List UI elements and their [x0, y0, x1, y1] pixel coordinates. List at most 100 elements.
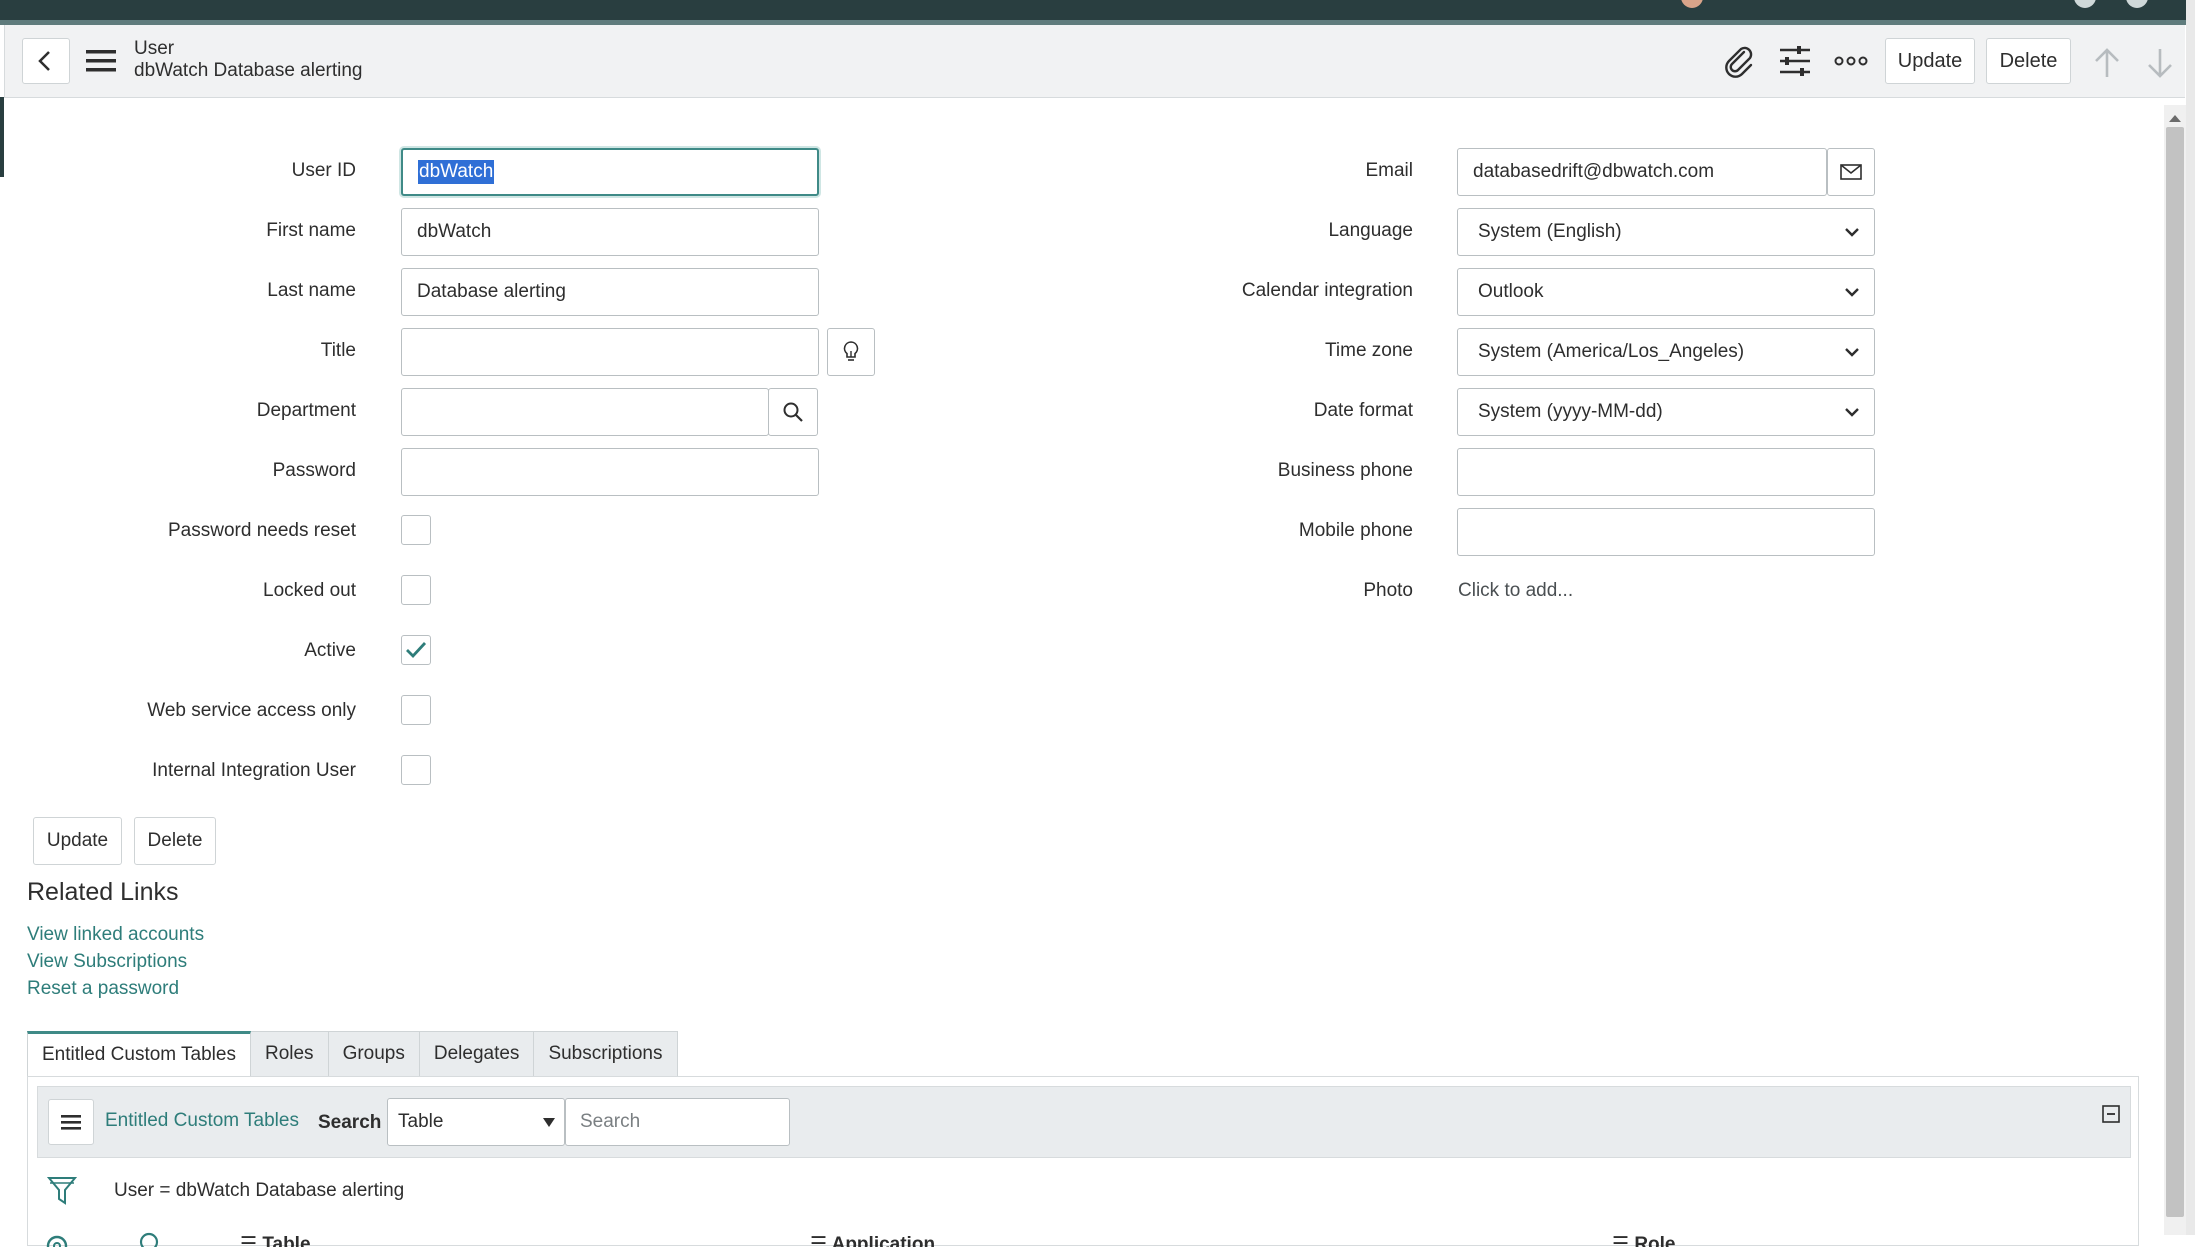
gear-icon[interactable]	[42, 1231, 72, 1247]
search-icon	[783, 402, 803, 422]
column-header-application[interactable]: ☰ Application	[810, 1233, 935, 1247]
settings-icon[interactable]	[2126, 0, 2148, 8]
search-field-value: Table	[398, 1111, 444, 1132]
form-delete-button[interactable]: Delete	[134, 817, 216, 865]
locked-out-checkbox[interactable]	[401, 575, 431, 605]
tab-delegates[interactable]: Delegates	[419, 1031, 535, 1077]
time-zone-label: Time zone	[1325, 340, 1413, 361]
hamburger-menu-icon	[61, 1115, 81, 1130]
chevron-left-icon	[38, 51, 50, 71]
next-record-button[interactable]	[2140, 43, 2180, 83]
calendar-integration-select[interactable]: Outlook	[1457, 268, 1875, 316]
collapse-list-button[interactable]	[2102, 1105, 2120, 1123]
search-label: Search	[318, 1112, 382, 1133]
form-context-menu-button[interactable]	[84, 45, 118, 77]
reset-password-link[interactable]: Reset a password	[27, 978, 179, 1000]
first-name-input[interactable]: dbWatch	[401, 208, 819, 256]
tab-entitled-custom-tables[interactable]: Entitled Custom Tables	[27, 1031, 251, 1077]
more-options-button[interactable]	[1831, 41, 1871, 81]
help-icon[interactable]	[2074, 0, 2096, 8]
record-name: dbWatch Database alerting	[134, 60, 363, 81]
active-checkbox[interactable]	[401, 635, 431, 665]
password-input[interactable]	[401, 448, 819, 496]
left-rail	[0, 97, 4, 177]
last-name-input[interactable]: Database alerting	[401, 268, 819, 316]
paperclip-icon	[1725, 46, 1753, 78]
column-header-table[interactable]: ☰ Table	[240, 1233, 311, 1247]
page-scrollbar[interactable]	[2164, 105, 2186, 1235]
scrollbar-thumb[interactable]	[2166, 127, 2184, 1217]
header-update-button[interactable]: Update	[1885, 38, 1975, 84]
personalize-form-button[interactable]	[1775, 41, 1815, 81]
title-suggestion-button[interactable]	[827, 328, 875, 376]
date-format-value: System (yyyy-MM-dd)	[1478, 401, 1663, 422]
filter-icon-button[interactable]	[46, 1175, 78, 1207]
funnel-icon	[46, 1177, 78, 1205]
web-service-access-checkbox[interactable]	[401, 695, 431, 725]
business-phone-input[interactable]	[1457, 448, 1875, 496]
scroll-up-arrow-icon[interactable]	[2168, 113, 2182, 123]
search-icon[interactable]	[138, 1231, 164, 1247]
form-update-button[interactable]: Update	[33, 817, 122, 865]
photo-add-link[interactable]: Click to add...	[1458, 580, 1573, 602]
title-label: Title	[320, 340, 356, 361]
password-needs-reset-label: Password needs reset	[168, 520, 356, 541]
header-delete-button[interactable]: Delete	[1986, 38, 2071, 84]
password-label: Password	[272, 460, 356, 481]
first-name-label: First name	[266, 220, 356, 241]
lightbulb-icon	[843, 341, 859, 361]
calendar-integration-value: Outlook	[1478, 281, 1544, 302]
list-header: Entitled Custom Tables Search Table Sear…	[37, 1086, 2131, 1158]
entitled-custom-tables-list: Entitled Custom Tables Search Table Sear…	[27, 1076, 2139, 1247]
date-format-select[interactable]: System (yyyy-MM-dd)	[1457, 388, 1875, 436]
list-search-input[interactable]: Search	[565, 1098, 790, 1146]
user-id-input[interactable]: dbWatch	[401, 148, 819, 196]
checkmark-icon	[406, 642, 427, 659]
column-header-role[interactable]: ☰ Role	[1612, 1233, 1676, 1247]
top-nav-bar	[0, 0, 2195, 22]
more-horizontal-icon	[1834, 56, 1868, 66]
language-select[interactable]: System (English)	[1457, 208, 1875, 256]
tab-roles[interactable]: Roles	[250, 1031, 329, 1077]
last-name-label: Last name	[267, 280, 356, 301]
window-edge	[2186, 0, 2195, 1235]
previous-record-button[interactable]	[2087, 43, 2127, 83]
related-list-tabs: Entitled Custom Tables Roles Groups Dele…	[27, 1031, 678, 1077]
attachment-button[interactable]	[1719, 41, 1759, 81]
title-input[interactable]	[401, 328, 819, 376]
related-links-title: Related Links	[27, 878, 179, 906]
back-button[interactable]	[22, 38, 70, 84]
time-zone-value: System (America/Los_Angeles)	[1478, 341, 1745, 362]
user-id-label: User ID	[291, 160, 356, 181]
mobile-phone-label: Mobile phone	[1298, 520, 1413, 541]
email-input[interactable]: databasedrift@dbwatch.com	[1457, 148, 1827, 196]
calendar-integration-label: Calendar integration	[1241, 280, 1413, 301]
user-avatar[interactable]	[1681, 0, 1703, 8]
chevron-down-icon	[1845, 288, 1859, 297]
send-email-button[interactable]	[1827, 148, 1875, 196]
department-label: Department	[256, 400, 356, 421]
view-subscriptions-link[interactable]: View Subscriptions	[27, 951, 187, 973]
filter-breadcrumb[interactable]: User = dbWatch Database alerting	[114, 1180, 404, 1202]
list-column-header-row: ☰ Table ☰ Application ☰ Role	[28, 1227, 2138, 1247]
chevron-down-icon	[1845, 348, 1859, 357]
view-linked-accounts-link[interactable]: View linked accounts	[27, 924, 204, 946]
record-type: User	[134, 38, 175, 59]
list-context-menu-button[interactable]	[48, 1099, 94, 1145]
password-needs-reset-checkbox[interactable]	[401, 515, 431, 545]
search-field-select[interactable]: Table	[387, 1098, 565, 1146]
time-zone-select[interactable]: System (America/Los_Angeles)	[1457, 328, 1875, 376]
chevron-down-icon	[1845, 228, 1859, 237]
tab-subscriptions[interactable]: Subscriptions	[534, 1031, 678, 1077]
mobile-phone-input[interactable]	[1457, 508, 1875, 556]
envelope-icon	[1840, 164, 1862, 180]
tab-groups[interactable]: Groups	[328, 1031, 420, 1077]
internal-integration-user-checkbox[interactable]	[401, 755, 431, 785]
list-title[interactable]: Entitled Custom Tables	[105, 1110, 299, 1132]
language-label: Language	[1328, 220, 1413, 241]
department-lookup-button[interactable]	[768, 388, 818, 436]
department-input[interactable]	[401, 388, 769, 436]
minus-square-icon	[2102, 1105, 2120, 1123]
sliders-icon	[1780, 46, 1810, 76]
active-label: Active	[304, 640, 356, 661]
